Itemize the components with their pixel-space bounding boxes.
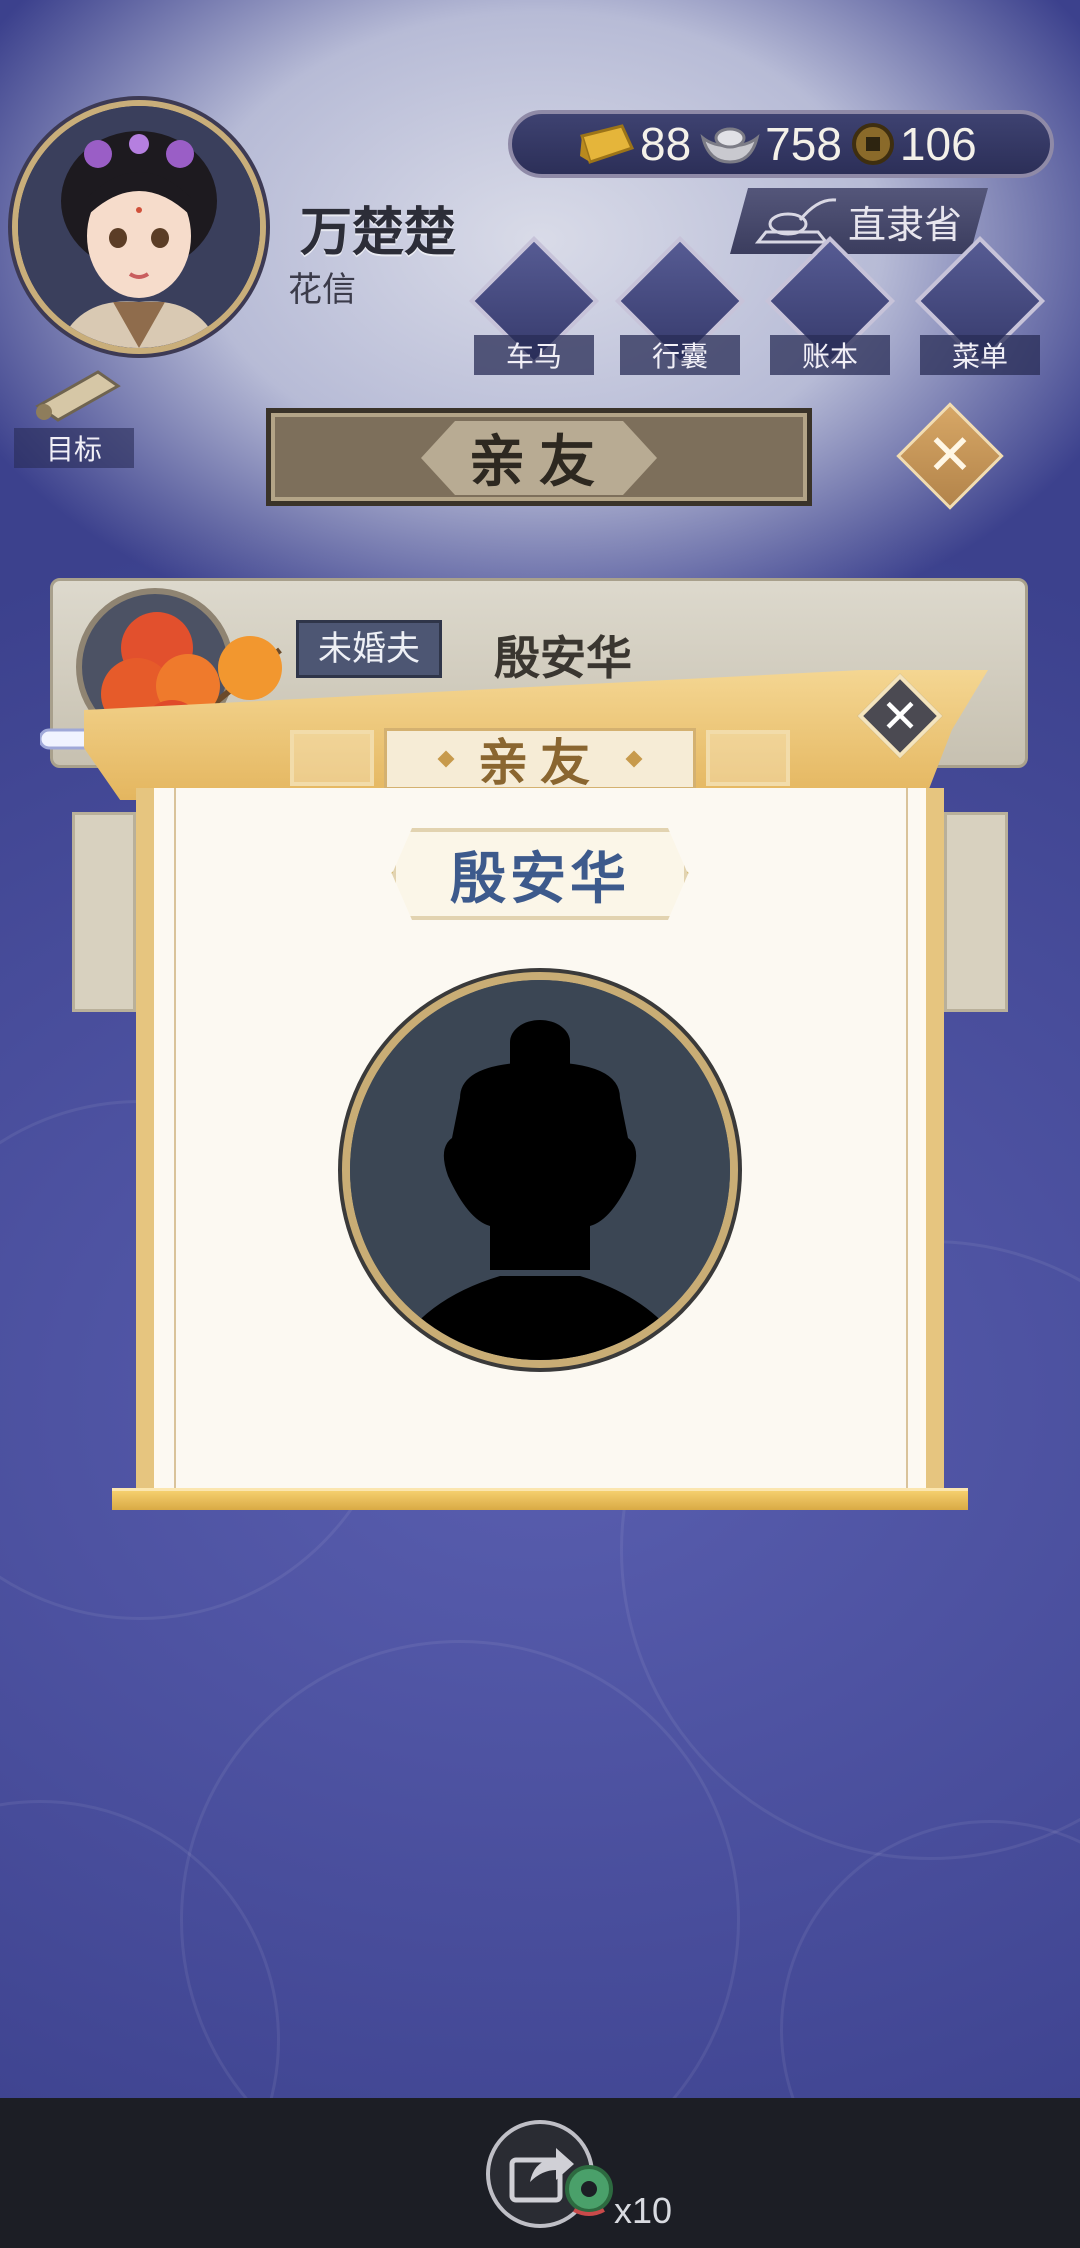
game-screen: 万楚楚 花信 88 758 106 直隶省 车马 行囊 账本 菜单 目标 亲友 …: [0, 0, 1080, 2248]
side-panel-left: [72, 812, 136, 1012]
menu-label: 菜单: [920, 335, 1040, 375]
menu-button[interactable]: 菜单: [914, 235, 1046, 375]
player-name: 万楚楚: [300, 203, 457, 263]
player-title: 花信: [288, 270, 356, 310]
silver-amount: 758: [765, 118, 842, 170]
header-ornament: [706, 730, 790, 786]
copper-coin-icon: [851, 123, 894, 165]
jade-token-icon: [565, 2165, 613, 2216]
close-icon: ✕: [926, 423, 974, 488]
currency-bar: 88 758 106: [508, 110, 1054, 178]
region-name: 直隶省: [847, 202, 962, 247]
side-panel-right: [944, 812, 1008, 1012]
relative-card-name: 殷安华: [494, 631, 632, 685]
character-portrait: [342, 972, 738, 1368]
page-title: 亲友: [469, 429, 609, 495]
gold-ingot-icon: [580, 124, 635, 164]
bag-label: 行囊: [620, 335, 740, 375]
carriage-button[interactable]: 车马: [468, 235, 600, 375]
dialog-title: 亲友: [478, 734, 602, 792]
carriage-label: 车马: [474, 335, 594, 375]
scroll-icon: [35, 370, 121, 422]
dialog-title-tab: 亲友: [384, 728, 696, 792]
dialog-footer: [112, 1488, 968, 1510]
gold-currency[interactable]: 88: [574, 117, 691, 171]
header-ornament: [290, 730, 374, 786]
ornament-dot: [437, 750, 455, 768]
bag-button[interactable]: 行囊: [614, 235, 746, 375]
dialog-character-name: 殷安华: [450, 846, 630, 912]
ledger-button[interactable]: 账本: [764, 235, 896, 375]
silver-currency[interactable]: 758: [699, 117, 842, 171]
relation-tag: 未婚夫: [296, 620, 442, 678]
goal-button[interactable]: 目标: [14, 366, 134, 468]
close-icon: ✕: [880, 689, 920, 743]
goal-label: 目标: [14, 428, 134, 468]
player-avatar[interactable]: [12, 100, 266, 354]
silhouette-icon: [350, 980, 730, 1360]
coin-currency[interactable]: 106: [850, 117, 977, 171]
coin-amount: 106: [899, 118, 977, 170]
region-button[interactable]: 直隶省: [730, 188, 988, 254]
silver-ingot-icon: [700, 127, 760, 164]
ledger-label: 账本: [770, 335, 890, 375]
dialog-name-plate: 殷安华: [392, 828, 688, 920]
ornament-dot: [625, 750, 643, 768]
page-title-banner: 亲友: [266, 408, 812, 506]
gold-amount: 88: [640, 118, 692, 170]
lady-portrait-icon: [18, 106, 260, 348]
share-reward-count: x10: [614, 2190, 673, 2231]
